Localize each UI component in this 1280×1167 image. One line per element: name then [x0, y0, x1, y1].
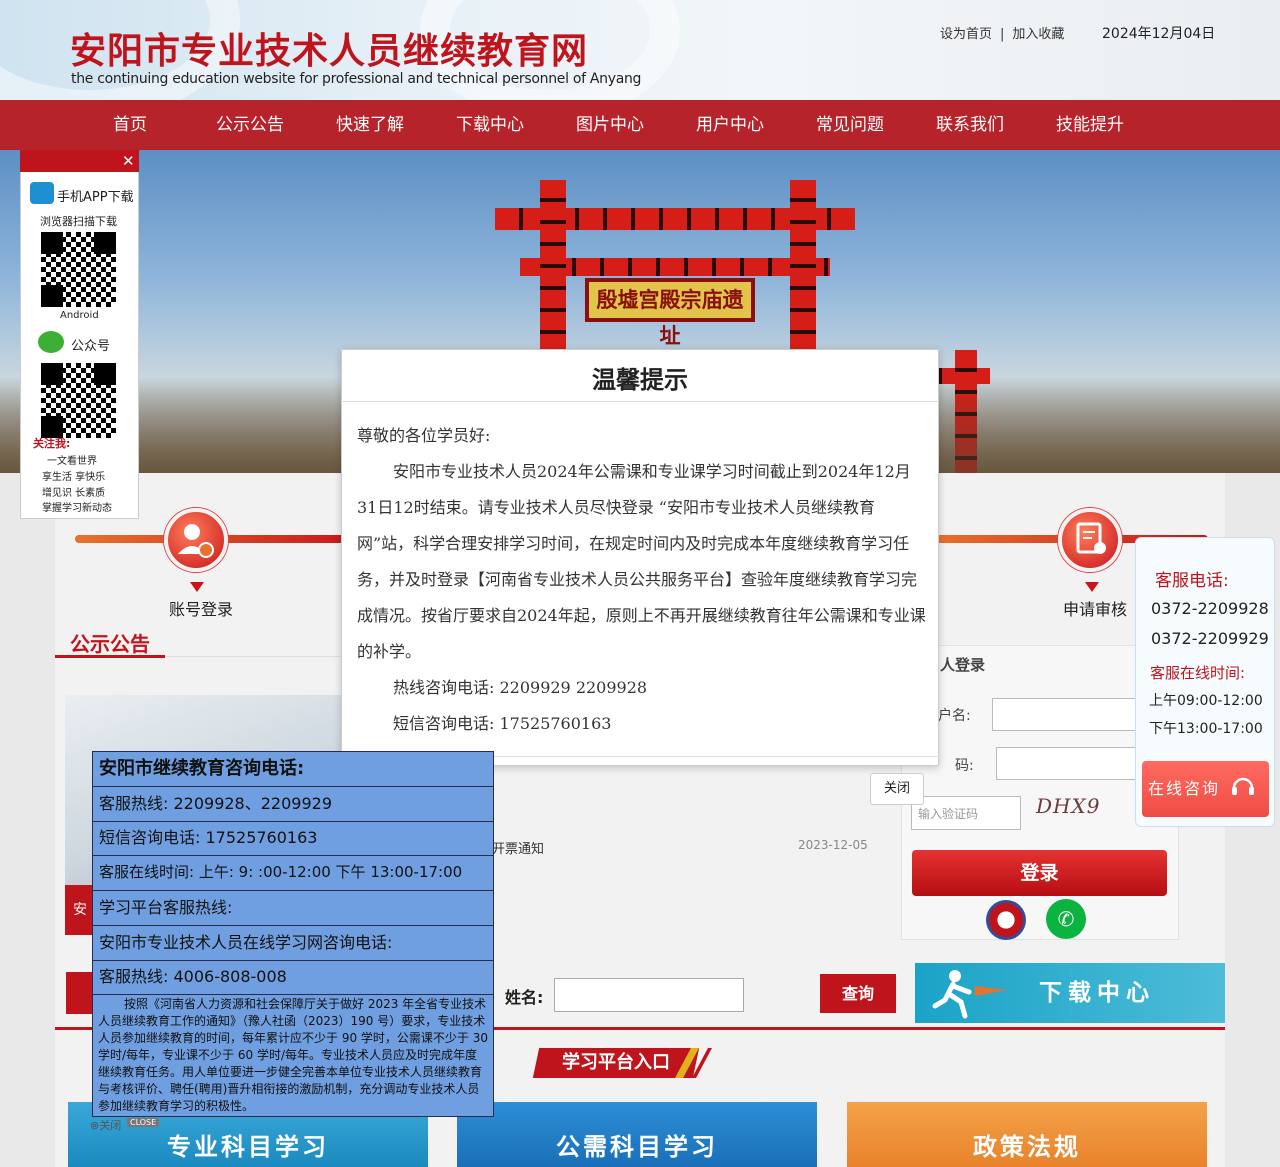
consult-close-tag[interactable]: CLOSE — [127, 1118, 160, 1127]
user-icon — [178, 524, 214, 558]
divider — [341, 401, 939, 402]
nav-item-announcements[interactable]: 公示公告 — [190, 100, 310, 150]
captcha-image[interactable]: DHX9 — [1036, 794, 1099, 820]
monitor-icon — [30, 182, 54, 204]
service-hours-title: 客服在线时间: — [1150, 664, 1246, 682]
consult-close-link[interactable]: ⊗关闭 — [90, 1117, 121, 1133]
site-subtitle: the continuing education website for pro… — [71, 71, 642, 87]
modal-body: 尊敬的各位学员好: 安阳市专业技术人员2024年公需课和专业课学习时间截止到20… — [357, 418, 927, 742]
consult-title: 安阳市继续教育咨询电话: — [93, 752, 493, 787]
wechat-qr-code — [41, 363, 116, 438]
consult-platform-hotline-title: 学习平台客服热线: — [93, 891, 493, 926]
online-consult-label: 在线咨询 — [1148, 779, 1221, 798]
divider — [165, 656, 345, 657]
notice-item-date: 2023-12-05 — [798, 838, 868, 852]
nav-item-gallery[interactable]: 图片中心 — [550, 100, 670, 150]
follow-label: 关注我: — [33, 437, 71, 450]
service-phone: 0372-2209929 — [1151, 629, 1269, 648]
set-home-link[interactable]: 设为首页 — [940, 27, 992, 42]
username-input[interactable] — [992, 698, 1137, 731]
consult-hotline: 客服热线: 2209928、2209929 — [93, 787, 493, 822]
consult-sms: 短信咨询电话: 17525760163 — [93, 822, 493, 856]
wechat-account-label: 公众号 — [71, 339, 111, 354]
account-login-label[interactable]: 账号登录 — [169, 596, 233, 620]
consult-hours: 客服在线时间: 上午: 9: :00-12:00 下午 13:00-17:00 — [93, 856, 493, 891]
modal-message: 安阳市专业技术人员2024年公需课和专业课学习时间截止到2024年12月31日1… — [357, 462, 926, 661]
captcha-input[interactable]: 输入验证码 — [911, 796, 1021, 830]
login-title: 人登录 — [940, 656, 986, 674]
consult-close-label: 关闭 — [99, 1119, 122, 1132]
service-hours: 下午13:00-17:00 — [1149, 721, 1263, 737]
top-links: 设为首页 | 加入收藏 — [940, 23, 1070, 42]
notices-heading-underline — [55, 655, 165, 658]
notice-photo-caption[interactable]: 安 — [65, 885, 95, 935]
app-download-title: 手机APP下载 — [57, 190, 134, 205]
gate-beam — [520, 258, 830, 276]
service-phone: 0372-2209928 — [1151, 599, 1269, 618]
slogan: 享生活 享快乐 — [42, 472, 106, 483]
android-label: Android — [60, 310, 99, 321]
wechat-icon — [38, 331, 64, 353]
gate-sign: 殷墟宫殿宗庙遗址 — [585, 278, 755, 348]
name-label: 姓名: — [505, 988, 544, 1007]
apply-review-label[interactable]: 申请审核 — [1063, 596, 1127, 620]
consult-policy-text: 按照《河南省人力资源和社会保障厅关于做好 2023 年全省专业技术人员继续教育工… — [98, 997, 488, 1113]
document-icon — [1076, 522, 1106, 554]
name-input[interactable] — [554, 978, 744, 1012]
nav-item-downloads[interactable]: 下载中心 — [430, 100, 550, 150]
account-login-step[interactable] — [164, 508, 228, 572]
slogan: 掌握学习新动态 — [42, 503, 112, 514]
link-separator: | — [1000, 27, 1005, 42]
current-date: 2024年12月04日 — [1102, 26, 1216, 42]
step-arrow — [190, 582, 204, 592]
modal-close-button[interactable]: 关闭 — [870, 773, 924, 805]
apply-review-step[interactable] — [1058, 508, 1122, 572]
login-button[interactable]: 登录 — [912, 850, 1167, 896]
nav-item-skills[interactable]: 技能提升 — [1030, 100, 1150, 150]
username-label: 户名: — [938, 708, 971, 724]
headset-icon — [1232, 777, 1254, 795]
nav-item-quick-intro[interactable]: 快速了解 — [310, 100, 430, 150]
service-hours: 上午09:00-12:00 — [1149, 693, 1263, 709]
platform-section-title: 学习平台入口 — [532, 1048, 700, 1078]
password-input[interactable] — [996, 747, 1137, 780]
runner-icon — [932, 970, 1007, 1019]
add-favorite-link[interactable]: 加入收藏 — [1012, 27, 1064, 42]
main-nav: 首页 公示公告 快速了解 下载中心 图片中心 用户中心 常见问题 联系我们 技能… — [0, 100, 1280, 150]
slogan: 一文看世界 — [47, 456, 97, 467]
password-label: 码: — [955, 758, 974, 774]
nav-item-user-center[interactable]: 用户中心 — [670, 100, 790, 150]
consult-online-hotline: 客服热线: 4006-808-008 — [93, 961, 493, 995]
android-qr-code — [41, 232, 116, 307]
emblem-icon[interactable] — [986, 900, 1026, 940]
step-arrow — [1085, 582, 1099, 592]
platform-card-policy[interactable]: 政策法规 — [847, 1102, 1207, 1167]
modal-hotline: 热线咨询电话: 2209929 2209928 — [393, 678, 648, 697]
modal-title: 温馨提示 — [592, 366, 688, 394]
wechat-icon[interactable]: ✆ — [1046, 899, 1086, 939]
nav-item-contact[interactable]: 联系我们 — [910, 100, 1030, 150]
scan-hint: 浏览器扫描下载 — [40, 215, 117, 228]
close-icon[interactable]: ✕ — [122, 153, 135, 169]
query-button[interactable]: 查询 — [820, 974, 896, 1013]
nav-item-home[interactable]: 首页 — [70, 100, 190, 150]
modal-sms: 短信咨询电话: 17525760163 — [393, 714, 612, 733]
modal-greeting: 尊敬的各位学员好: — [357, 426, 491, 445]
consult-online-title: 安阳市专业技术人员在线学习网咨询电话: — [93, 926, 493, 961]
notice-item-title[interactable]: 开票通知 — [492, 838, 544, 857]
platform-card-public[interactable]: 公需科目学习 — [457, 1102, 817, 1167]
notices-heading[interactable]: 公示公告 — [70, 628, 150, 657]
service-phone-title: 客服电话: — [1155, 571, 1229, 591]
slogan: 增见识 长素质 — [42, 488, 106, 499]
nav-item-faq[interactable]: 常见问题 — [790, 100, 910, 150]
site-title[interactable]: 安阳市专业技术人员继续教育网 — [70, 22, 588, 74]
platform-title-text: 学习平台入口 — [562, 1052, 670, 1073]
